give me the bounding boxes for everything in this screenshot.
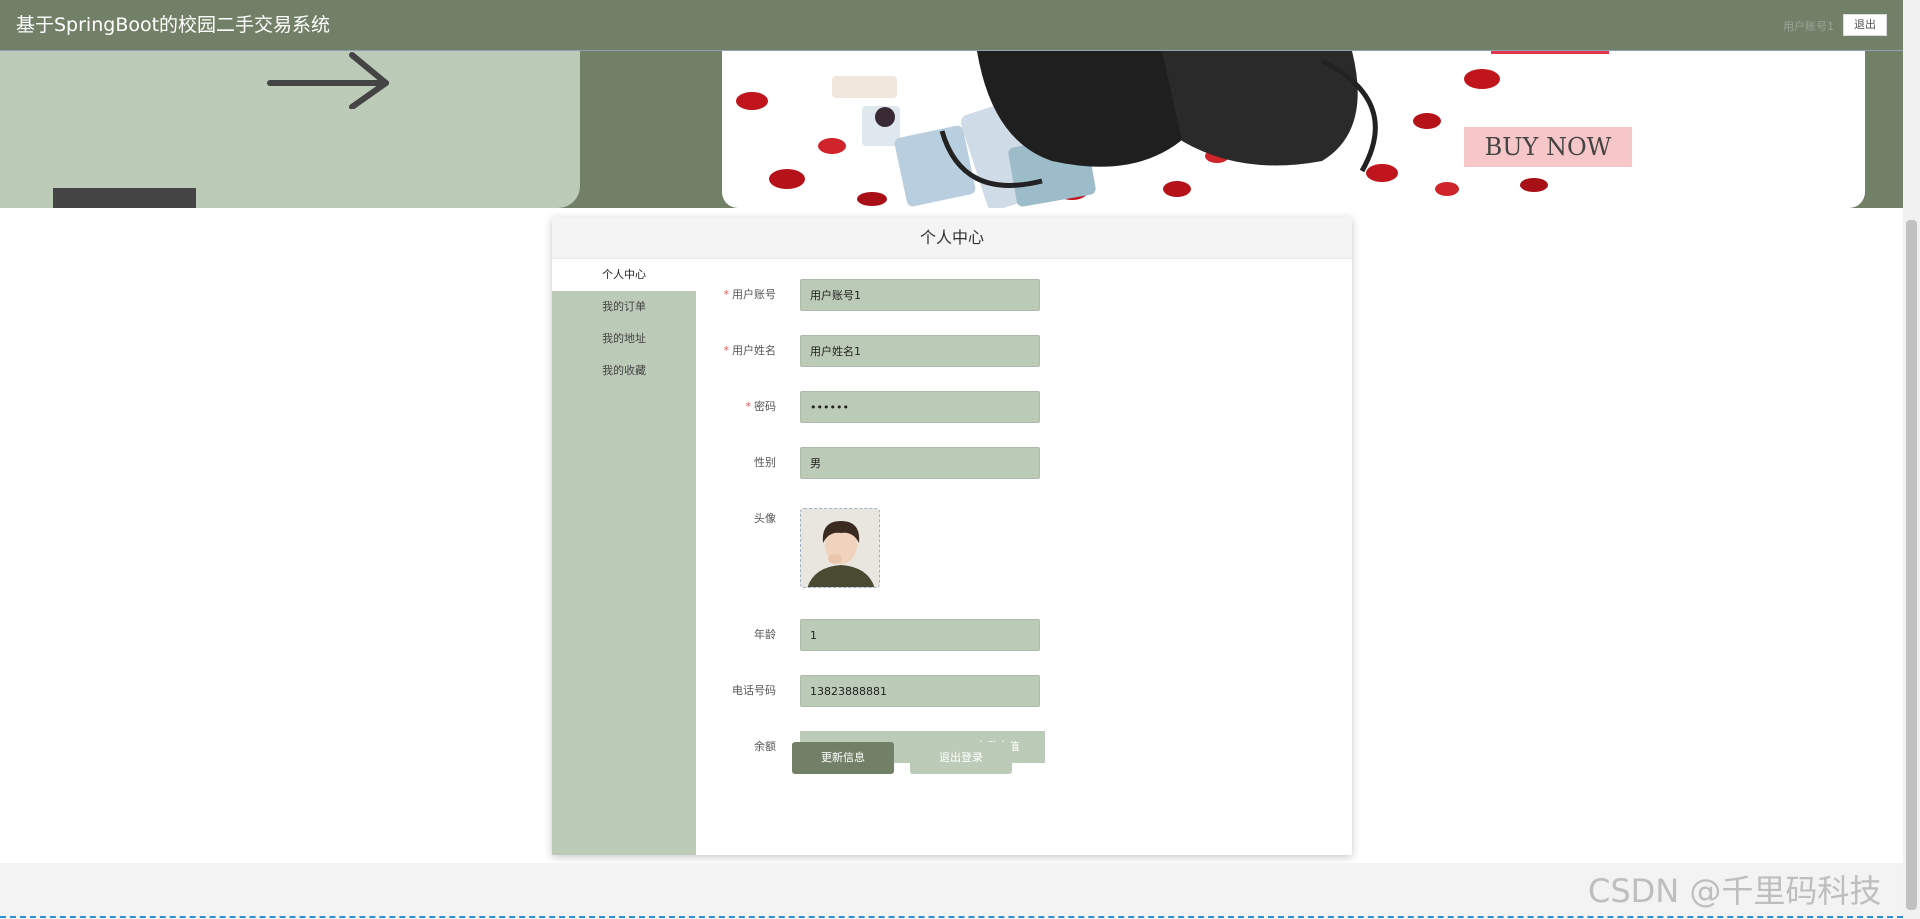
banner-carousel: BUY NOW — [0, 51, 1903, 208]
banner-slide-active[interactable]: BUY NOW — [722, 51, 1865, 208]
phone-label: 电话号码 — [732, 684, 776, 697]
top-navbar: 基于SpringBoot的校园二手交易系统 用户账号1 退出 — [0, 0, 1903, 51]
footer-divider — [0, 916, 1903, 918]
menu-item-my-orders[interactable]: 我的订单 — [552, 291, 696, 323]
phone-row: 电话号码 — [696, 675, 1352, 707]
scrollbar-thumb[interactable] — [1906, 220, 1917, 910]
page-scrollbar[interactable] — [1903, 0, 1920, 919]
account-input[interactable] — [800, 279, 1040, 311]
update-info-button[interactable]: 更新信息 — [792, 742, 894, 774]
avatar-label: 头像 — [754, 512, 776, 525]
menu-item-my-favorites[interactable]: 我的收藏 — [552, 355, 696, 387]
banner-slide-previous[interactable] — [0, 51, 580, 208]
avatar-image — [801, 509, 879, 587]
name-row: * 用户姓名 — [696, 335, 1352, 367]
arrow-right-icon — [267, 52, 389, 109]
age-input[interactable] — [800, 619, 1040, 651]
password-label: * 密码 — [745, 400, 777, 413]
carousel-dot[interactable] — [1305, 190, 1311, 196]
password-input[interactable] — [800, 391, 1040, 423]
account-label: * 用户账号 — [723, 288, 777, 301]
menu-item-my-address[interactable]: 我的地址 — [552, 323, 696, 355]
menu-item-personal-center[interactable]: 个人中心 — [552, 259, 696, 291]
password-row: * 密码 — [696, 391, 1352, 423]
carousel-indicators — [1271, 190, 1311, 196]
name-input[interactable] — [800, 335, 1040, 367]
name-label: * 用户姓名 — [723, 344, 777, 357]
watermark: CSDN @千里码科技 — [1588, 872, 1882, 910]
balance-label: 余额 — [754, 740, 776, 753]
card-title: 个人中心 — [552, 217, 1352, 259]
sign-out-button[interactable]: 退出登录 — [910, 742, 1012, 774]
banner-product-image — [736, 51, 1609, 208]
current-user-label: 用户账号1 — [1783, 20, 1834, 33]
age-label: 年龄 — [754, 628, 776, 641]
phone-input[interactable] — [800, 675, 1040, 707]
gender-select[interactable] — [800, 447, 1040, 479]
avatar-upload[interactable] — [800, 508, 880, 588]
carousel-dot[interactable] — [1271, 190, 1289, 196]
gender-label: 性别 — [754, 456, 776, 469]
avatar-row: 头像 — [696, 503, 1352, 535]
buy-now-label[interactable]: BUY NOW — [1464, 127, 1632, 167]
logout-button[interactable]: 退出 — [1843, 14, 1887, 36]
side-menu: 个人中心 我的订单 我的地址 我的收藏 — [552, 259, 696, 855]
account-row: * 用户账号 — [696, 279, 1352, 311]
age-row: 年龄 — [696, 619, 1352, 651]
carousel-dot[interactable] — [1294, 190, 1300, 196]
app-title: 基于SpringBoot的校园二手交易系统 — [16, 14, 331, 36]
banner-dark-block — [53, 188, 196, 208]
gender-row: 性别 — [696, 447, 1352, 479]
